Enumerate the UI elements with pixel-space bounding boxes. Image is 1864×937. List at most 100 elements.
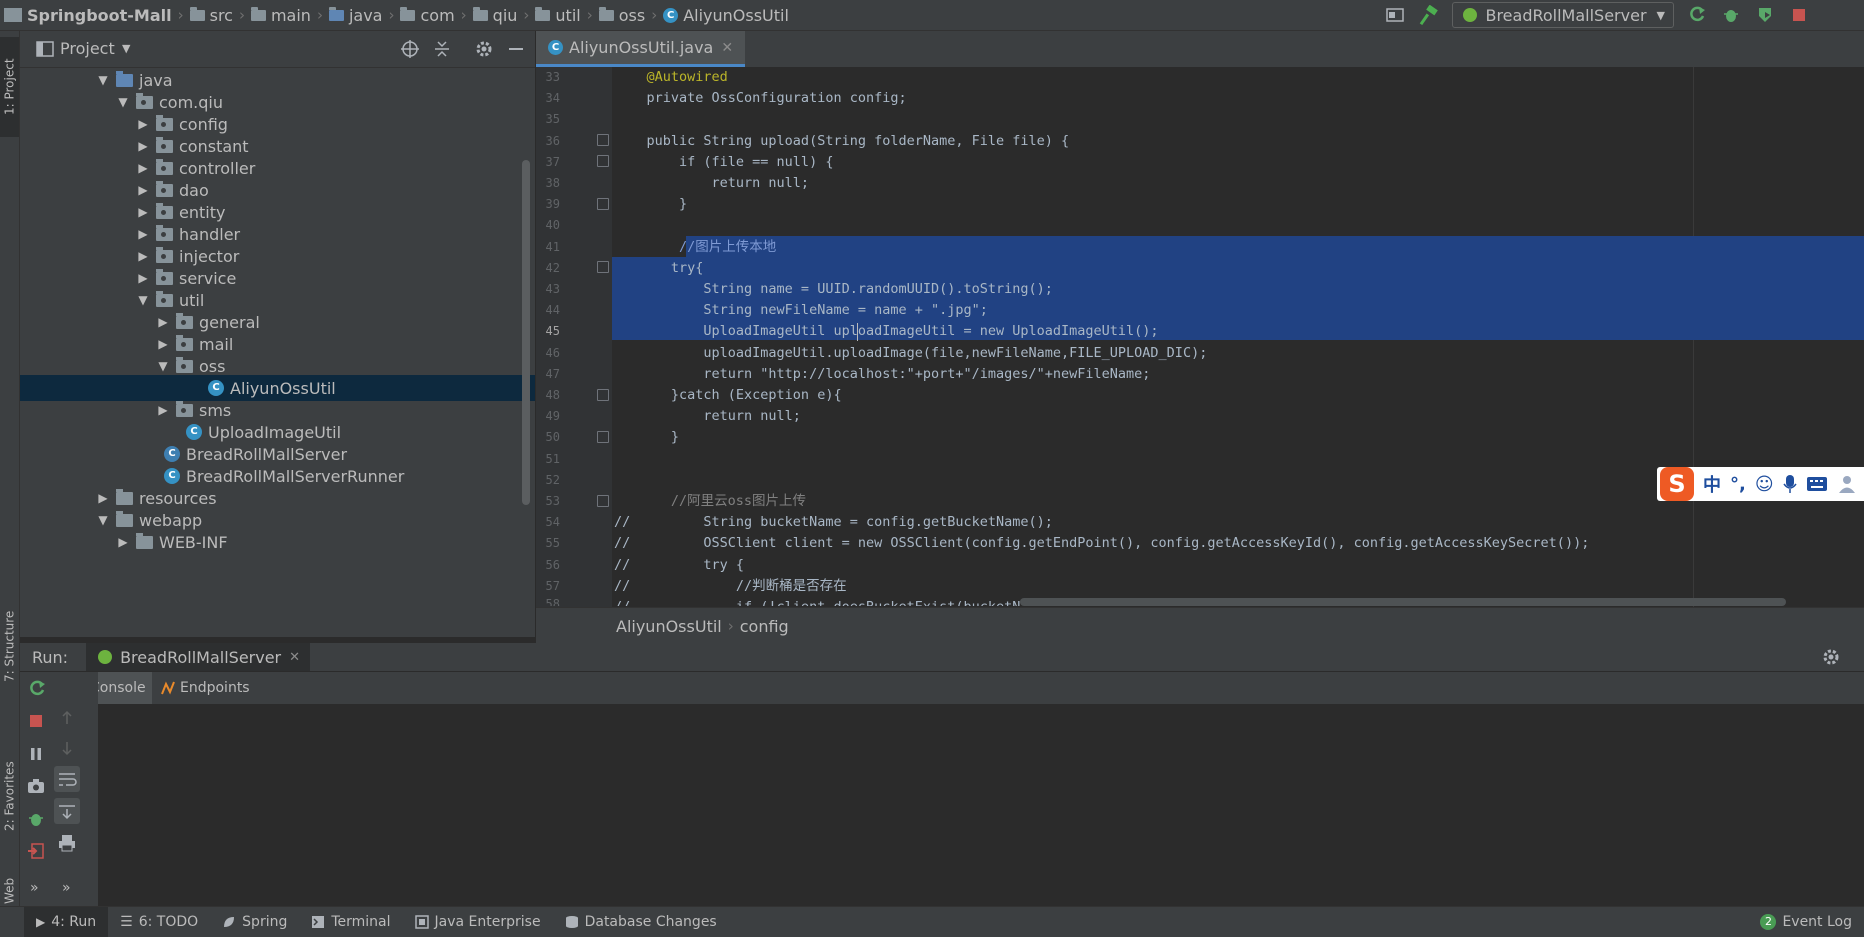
- chevron-down-icon[interactable]: ▼: [116, 95, 130, 109]
- arrow-up-icon[interactable]: [60, 710, 74, 726]
- fold-marker[interactable]: [597, 495, 609, 507]
- stop-icon[interactable]: [28, 713, 44, 729]
- debug-bug-icon[interactable]: [1718, 2, 1744, 28]
- console-output[interactable]: [98, 708, 1864, 906]
- fold-marker[interactable]: [597, 155, 609, 167]
- minimize-icon[interactable]: [506, 39, 526, 59]
- chevron-right-icon[interactable]: ▶: [156, 337, 170, 351]
- line-number: 55: [545, 536, 560, 550]
- chevron-down-icon[interactable]: ▼: [122, 42, 130, 55]
- fold-marker[interactable]: [597, 389, 609, 401]
- project-panel-title[interactable]: Project: [60, 39, 115, 58]
- arrow-down-icon[interactable]: [60, 740, 74, 756]
- tree-item-web-inf[interactable]: ▶ WEB-INF: [20, 529, 535, 555]
- editor-breadcrumb-class[interactable]: AliyunOssUtil: [616, 617, 722, 636]
- chevron-right-icon[interactable]: ▶: [156, 315, 170, 329]
- breadcrumb-class[interactable]: C AliyunOssUtil: [663, 6, 789, 25]
- rerun-icon[interactable]: [28, 680, 46, 698]
- spring-leaf-icon: [224, 917, 235, 927]
- chevron-right-icon[interactable]: ▶: [136, 205, 150, 219]
- tool-tab-structure[interactable]: 7: Structure: [0, 591, 19, 701]
- more-actions-icon[interactable]: »: [62, 880, 71, 896]
- user-icon[interactable]: [1837, 474, 1857, 494]
- status-tab-terminal[interactable]: Terminal: [299, 907, 402, 937]
- editor-tab-aliyunossutil[interactable]: C AliyunOssUtil.java ✕: [536, 31, 746, 67]
- chevron-right-icon[interactable]: ▶: [136, 227, 150, 241]
- locate-target-icon[interactable]: [400, 39, 420, 59]
- ime-punctuation-toggle[interactable]: °,: [1730, 474, 1746, 495]
- close-icon[interactable]: ✕: [721, 40, 733, 56]
- breadcrumb-com[interactable]: com: [400, 6, 455, 25]
- status-tab-java-enterprise[interactable]: Java Enterprise: [403, 907, 553, 937]
- package-icon: [156, 136, 173, 153]
- chevron-down-icon[interactable]: ▼: [96, 513, 110, 527]
- pause-icon[interactable]: [28, 746, 44, 762]
- gear-icon[interactable]: [474, 39, 494, 59]
- chevron-right-icon[interactable]: ▶: [116, 535, 130, 549]
- chevron-right-icon[interactable]: ▶: [136, 161, 150, 175]
- sogou-logo[interactable]: S: [1660, 467, 1694, 501]
- editor-breadcrumb-member[interactable]: config: [740, 617, 789, 636]
- breadcrumb-util[interactable]: util: [535, 6, 581, 25]
- breadcrumb-java[interactable]: java: [328, 6, 382, 25]
- collapse-all-icon[interactable]: [432, 39, 452, 59]
- ime-language-toggle[interactable]: 中: [1703, 471, 1721, 497]
- fold-marker[interactable]: [597, 261, 609, 273]
- breadcrumb-qiu[interactable]: qiu: [472, 6, 517, 25]
- fold-marker[interactable]: [597, 431, 609, 443]
- chevron-right-icon[interactable]: ▶: [136, 249, 150, 263]
- chevron-right-icon[interactable]: ▶: [136, 139, 150, 153]
- print-icon[interactable]: [58, 834, 76, 852]
- code-line: }: [614, 429, 680, 445]
- status-tab-todo[interactable]: ☰ 6: TODO: [108, 907, 210, 937]
- status-tab-spring[interactable]: Spring: [210, 907, 299, 937]
- chevron-down-icon[interactable]: ▼: [96, 73, 110, 87]
- gear-icon[interactable]: [1822, 648, 1840, 666]
- folder-icon: [136, 532, 153, 549]
- emoji-icon[interactable]: ☺: [1755, 474, 1774, 495]
- horizontal-scrollbar[interactable]: [1020, 598, 1786, 606]
- breadcrumb-project[interactable]: Springboot-Mall: [4, 6, 172, 25]
- camera-icon[interactable]: [27, 778, 45, 794]
- fold-marker[interactable]: [597, 134, 609, 146]
- run-config-tab[interactable]: BreadRollMallServer ✕: [86, 643, 311, 671]
- chevron-down-icon[interactable]: ▼: [156, 359, 170, 373]
- soft-wrap-button[interactable]: [54, 766, 80, 792]
- project-view-icon: [36, 41, 54, 57]
- debug-bug-icon[interactable]: [27, 810, 45, 828]
- scroll-to-end-button[interactable]: [54, 798, 80, 824]
- fold-marker[interactable]: [597, 198, 609, 210]
- line-number: 54: [545, 515, 560, 529]
- close-icon[interactable]: ✕: [289, 650, 300, 665]
- build-hammer-icon[interactable]: [1416, 2, 1442, 28]
- tree-scrollbar[interactable]: [522, 160, 530, 505]
- breadcrumb-oss[interactable]: oss: [598, 6, 645, 25]
- rerun-icon[interactable]: [1684, 2, 1710, 28]
- run-tabs-bar: Console Endpoints: [20, 672, 1864, 705]
- status-tab-database-changes[interactable]: Database Changes: [553, 907, 729, 937]
- chevron-right-icon[interactable]: ▶: [156, 403, 170, 417]
- breadcrumb-main[interactable]: main: [250, 6, 311, 25]
- exit-icon[interactable]: [27, 842, 45, 860]
- tool-tab-project[interactable]: 1: Project: [0, 37, 19, 137]
- run-panel-header: Run: BreadRollMallServer ✕: [20, 643, 1864, 671]
- line-number: 34: [545, 91, 560, 105]
- status-tab-run[interactable]: ▶ 4: Run: [24, 907, 109, 937]
- tool-tab-favorites[interactable]: 2: Favorites: [0, 741, 19, 851]
- microphone-icon[interactable]: [1783, 474, 1797, 494]
- chevron-right-icon[interactable]: ▶: [136, 271, 150, 285]
- chevron-right-icon[interactable]: ▶: [136, 183, 150, 197]
- run-configuration-select[interactable]: BreadRollMallServer ▼: [1452, 2, 1674, 28]
- tab-endpoints[interactable]: Endpoints: [154, 672, 256, 704]
- event-log-button[interactable]: 2 Event Log: [1748, 907, 1864, 937]
- keyboard-icon[interactable]: [1806, 476, 1828, 492]
- ime-toolbar: S 中 °, ☺: [1657, 467, 1864, 501]
- stop-icon[interactable]: [1786, 2, 1812, 28]
- coverage-icon[interactable]: [1752, 2, 1778, 28]
- chevron-right-icon[interactable]: ▶: [96, 491, 110, 505]
- chevron-right-icon[interactable]: ▶: [136, 117, 150, 131]
- chevron-down-icon[interactable]: ▼: [136, 293, 150, 307]
- more-actions-icon[interactable]: »: [30, 880, 39, 896]
- layout-icon[interactable]: [1382, 2, 1408, 28]
- breadcrumb-src[interactable]: src: [189, 6, 233, 25]
